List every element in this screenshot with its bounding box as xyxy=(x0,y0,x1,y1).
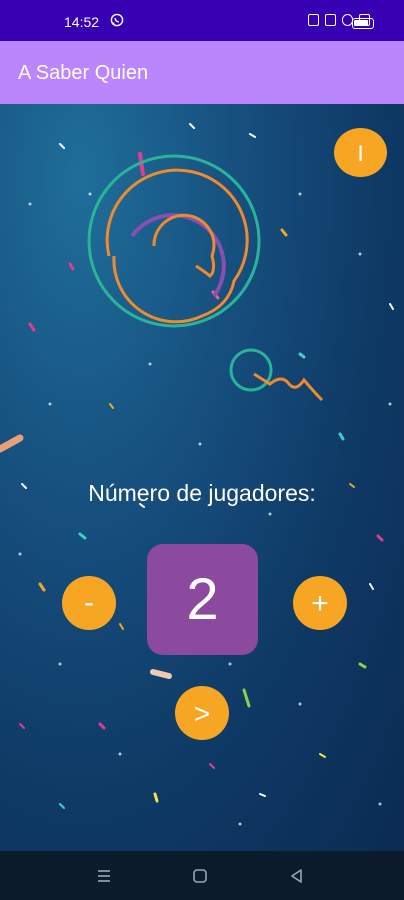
player-count-display: 2 xyxy=(147,544,258,655)
app-logo xyxy=(87,154,324,402)
home-square-icon[interactable] xyxy=(191,867,209,885)
whatsapp-icon xyxy=(110,13,124,27)
navigation-bar xyxy=(0,851,404,900)
increase-players-button[interactable]: + xyxy=(293,576,347,630)
back-triangle-icon[interactable] xyxy=(288,867,306,885)
app-bar: A Saber Quien xyxy=(0,41,404,104)
status-time: 14:52 xyxy=(64,14,100,30)
info-button[interactable]: I xyxy=(334,128,387,177)
next-button[interactable]: > xyxy=(175,686,229,740)
menu-icon[interactable] xyxy=(95,867,113,885)
nfc-icon xyxy=(308,14,319,26)
main-area: I Número de jugadores: - 2 + > xyxy=(0,104,404,851)
status-bar: 14:52 xyxy=(0,0,404,41)
decrease-players-button[interactable]: - xyxy=(62,576,116,630)
mute-icon xyxy=(325,14,336,26)
battery-icon xyxy=(352,18,374,29)
players-label: Número de jugadores: xyxy=(88,480,316,506)
app-title: A Saber Quien xyxy=(18,62,149,84)
